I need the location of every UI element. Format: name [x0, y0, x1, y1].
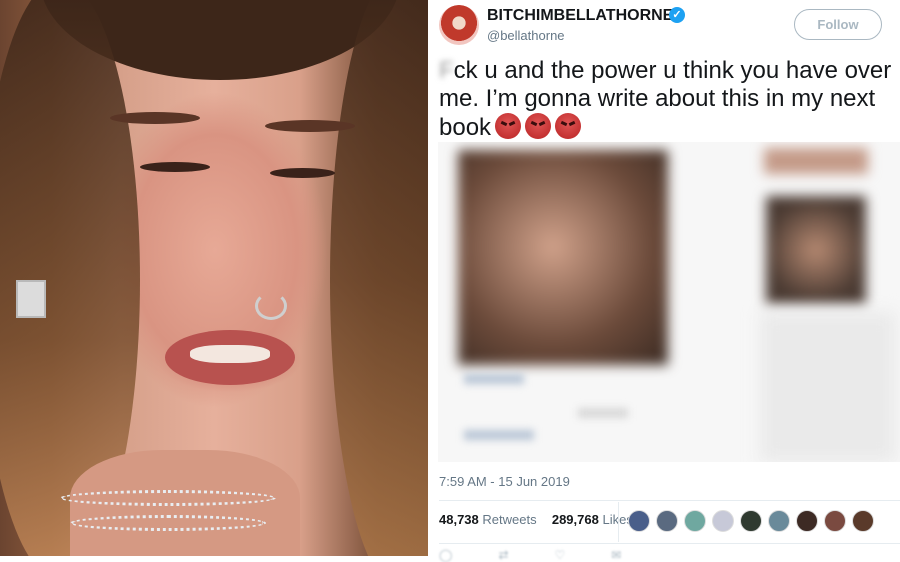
- divider-2: [439, 543, 900, 544]
- blurred-media[interactable]: [438, 142, 900, 462]
- nose-ring: [255, 292, 287, 320]
- blurred-link-2: [464, 430, 534, 440]
- teeth: [190, 345, 270, 363]
- verified-badge-icon: ✓: [669, 7, 685, 23]
- blurred-header: [764, 148, 868, 174]
- tweet-timestamp[interactable]: 7:59 AM - 15 Jun 2019: [439, 474, 570, 489]
- necklace: [60, 490, 276, 506]
- left-eyebrow: [110, 112, 200, 124]
- angry-face-icon: [495, 113, 522, 139]
- user-handle[interactable]: @bellathorne: [487, 28, 565, 43]
- reply-icon[interactable]: ◯: [439, 548, 452, 562]
- stats-separator: [618, 502, 619, 542]
- liker-avatar[interactable]: [768, 510, 790, 532]
- liker-avatars: [628, 510, 880, 532]
- angry-face-icon: [525, 113, 552, 139]
- tweet-card: BITCHIMBELLATHORNE ✓ @bellathorne Follow…: [428, 0, 900, 562]
- liker-avatar[interactable]: [684, 510, 706, 532]
- blurred-image-small: [766, 196, 866, 304]
- left-eye: [140, 162, 210, 172]
- crying-woman-photo: [0, 0, 428, 556]
- message-icon[interactable]: ✉: [611, 548, 621, 562]
- liker-avatar[interactable]: [656, 510, 678, 532]
- earring: [16, 280, 46, 318]
- retweets-count[interactable]: 48,738: [439, 512, 479, 527]
- necklace-2: [70, 515, 266, 531]
- liker-avatar[interactable]: [852, 510, 874, 532]
- likes-count[interactable]: 289,768: [552, 512, 599, 527]
- like-icon[interactable]: ♡: [555, 548, 566, 562]
- liker-avatar[interactable]: [824, 510, 846, 532]
- tweet-stats: 48,738 Retweets 289,768 Likes: [439, 512, 633, 527]
- right-eyebrow: [265, 120, 355, 132]
- liker-avatar[interactable]: [628, 510, 650, 532]
- avatar[interactable]: [439, 5, 479, 45]
- tweet-actions: ◯ ⇄ ♡ ✉: [439, 548, 621, 562]
- retweet-icon[interactable]: ⇄: [498, 548, 508, 562]
- liker-avatar[interactable]: [712, 510, 734, 532]
- tweet-text: Fck u and the power u think you have ove…: [439, 57, 899, 142]
- angry-face-icon: [555, 113, 582, 139]
- hair-right: [330, 0, 428, 556]
- blurred-link: [464, 374, 524, 384]
- blurred-image: [458, 150, 668, 365]
- censored-character: F: [439, 57, 454, 84]
- follow-button[interactable]: Follow: [794, 9, 882, 40]
- blurred-caption: [578, 408, 628, 418]
- blurred-text-block: [760, 312, 896, 462]
- divider: [439, 500, 900, 501]
- liker-avatar[interactable]: [796, 510, 818, 532]
- liker-avatar[interactable]: [740, 510, 762, 532]
- right-eye: [270, 168, 335, 178]
- retweets-label[interactable]: Retweets: [482, 512, 536, 527]
- display-name[interactable]: BITCHIMBELLATHORNE: [487, 7, 673, 25]
